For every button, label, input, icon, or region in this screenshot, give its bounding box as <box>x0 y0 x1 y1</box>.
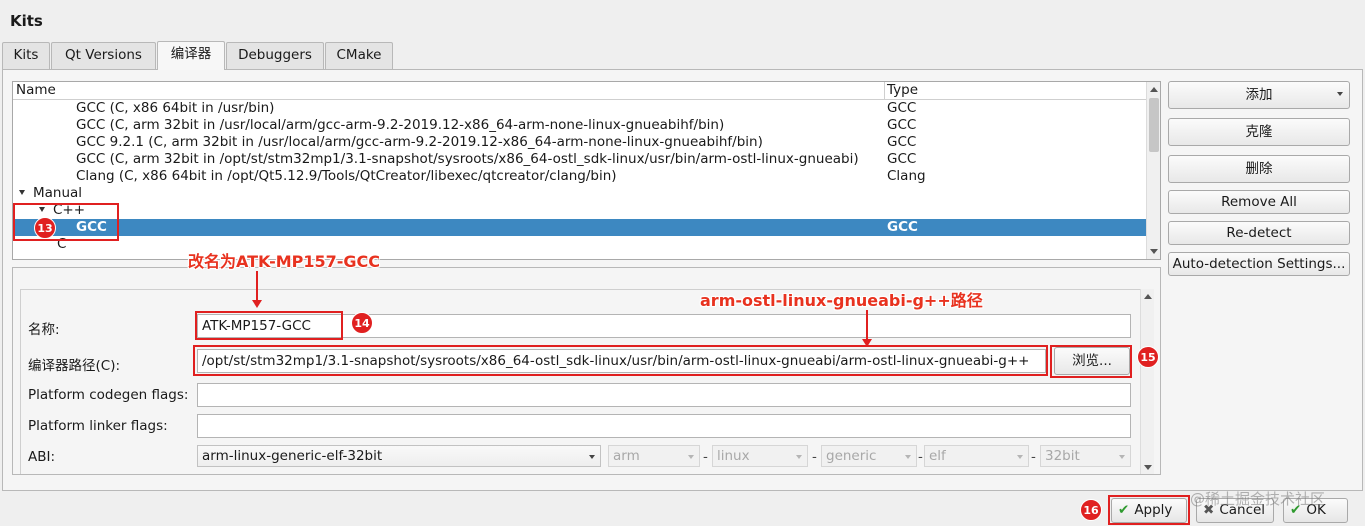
annotation-box <box>195 311 343 340</box>
chevron-down-icon <box>1017 455 1023 459</box>
scroll-down-arrow-icon[interactable] <box>1144 465 1152 470</box>
row-type: GCC <box>887 100 917 116</box>
tree-header: Name Type <box>13 82 1147 100</box>
scroll-thumb[interactable] <box>1149 98 1159 152</box>
tree-row-selected[interactable]: GCC GCC <box>13 219 1147 236</box>
name-label: 名称: <box>28 322 60 338</box>
abi-separator: - <box>1031 449 1036 465</box>
tree-row[interactable]: Clang (C, x86 64bit in /opt/Qt5.12.9/Too… <box>13 168 1147 185</box>
row-type: GCC <box>887 219 918 235</box>
annotation-arrow <box>252 271 262 308</box>
compiler-path-label: 编译器路径(C): <box>28 358 121 374</box>
codegen-flags-label: Platform codegen flags: <box>28 387 189 403</box>
tree-group-manual[interactable]: Manual <box>13 185 1147 202</box>
row-type: Clang <box>887 168 926 184</box>
tab-qt-versions[interactable]: Qt Versions <box>51 42 156 69</box>
abi-select-value: arm-linux-generic-elf-32bit <box>202 448 383 464</box>
autodetection-settings-button[interactable]: Auto-detection Settings... <box>1168 252 1350 276</box>
watermark: @稀土掘金技术社区 <box>1190 490 1326 508</box>
linker-flags-field[interactable] <box>197 414 1131 438</box>
tab-cmake[interactable]: CMake <box>325 42 393 69</box>
chevron-down-icon <box>796 455 802 459</box>
annotation-badge: 14 <box>351 312 373 334</box>
tree-row[interactable]: GCC (C, arm 32bit in /opt/st/stm32mp1/3.… <box>13 151 1147 168</box>
abi-width-value: 32bit <box>1045 448 1080 464</box>
scroll-down-arrow-icon[interactable] <box>1150 249 1158 254</box>
column-header-name[interactable]: Name <box>13 82 56 100</box>
expand-arrow-icon[interactable] <box>19 190 25 195</box>
abi-width-select[interactable]: 32bit <box>1040 445 1131 467</box>
tree-row[interactable]: GCC 9.2.1 (C, arm 32bit in /usr/local/ar… <box>13 134 1147 151</box>
remove-all-button[interactable]: Remove All <box>1168 190 1350 214</box>
remove-button[interactable]: 删除 <box>1168 155 1350 183</box>
abi-flavor-value: generic <box>826 448 877 464</box>
checkmark-icon: ✔ <box>1118 502 1130 518</box>
abi-os-value: linux <box>717 448 750 464</box>
abi-separator: - <box>812 449 817 465</box>
chevron-down-icon <box>589 455 595 459</box>
column-header-type[interactable]: Type <box>884 82 918 100</box>
annotation-box <box>193 345 1048 376</box>
tree-scrollbar[interactable] <box>1146 82 1160 259</box>
apply-button[interactable]: ✔ Apply <box>1111 498 1187 523</box>
row-name: GCC (C, arm 32bit in /opt/st/stm32mp1/3.… <box>76 151 859 167</box>
row-type: GCC <box>887 117 917 133</box>
window-title: Kits <box>10 12 43 30</box>
abi-arch-value: arm <box>613 448 640 464</box>
annotation-box <box>13 203 119 241</box>
scroll-up-arrow-icon[interactable] <box>1144 294 1152 299</box>
abi-format-select[interactable]: elf <box>924 445 1029 467</box>
annotation-box <box>1050 345 1132 378</box>
linker-flags-label: Platform linker flags: <box>28 418 168 434</box>
add-button[interactable]: 添加 <box>1168 81 1350 109</box>
annotation-path-note: arm-ostl-linux-gnueabi-g++路径 <box>700 291 983 310</box>
dropdown-caret-icon <box>1337 92 1343 96</box>
abi-arch-select[interactable]: arm <box>608 445 700 467</box>
chevron-down-icon <box>1119 455 1125 459</box>
tab-kits[interactable]: Kits <box>2 42 50 69</box>
abi-label: ABI: <box>28 449 56 465</box>
row-type: GCC <box>887 134 917 150</box>
annotation-arrow <box>862 310 872 347</box>
chevron-down-icon <box>905 455 911 459</box>
annotation-rename-note: 改名为ATK-MP157-GCC <box>188 252 381 271</box>
abi-select[interactable]: arm-linux-generic-elf-32bit <box>197 445 601 467</box>
abi-separator: - <box>703 449 708 465</box>
row-name: GCC (C, x86 64bit in /usr/bin) <box>76 100 275 116</box>
clone-button[interactable]: 克隆 <box>1168 118 1350 146</box>
group-label: Manual <box>33 185 83 201</box>
scroll-up-arrow-icon[interactable] <box>1150 87 1158 92</box>
tree-row[interactable]: GCC (C, x86 64bit in /usr/bin) GCC <box>13 100 1147 117</box>
tab-debuggers[interactable]: Debuggers <box>226 42 324 69</box>
row-name: GCC (C, arm 32bit in /usr/local/arm/gcc-… <box>76 117 725 133</box>
abi-os-select[interactable]: linux <box>712 445 808 467</box>
abi-flavor-select[interactable]: generic <box>821 445 917 467</box>
row-name: GCC 9.2.1 (C, arm 32bit in /usr/local/ar… <box>76 134 763 150</box>
add-button-label: 添加 <box>1245 87 1273 103</box>
tree-row[interactable]: GCC (C, arm 32bit in /usr/local/arm/gcc-… <box>13 117 1147 134</box>
tab-compilers[interactable]: 编译器 <box>157 41 225 70</box>
compiler-tree[interactable]: Name Type GCC (C, x86 64bit in /usr/bin)… <box>12 81 1161 260</box>
row-name: Clang (C, x86 64bit in /opt/Qt5.12.9/Too… <box>76 168 617 184</box>
annotation-badge: 15 <box>1137 346 1159 368</box>
tree-group-c[interactable]: C <box>13 236 1147 253</box>
chevron-down-icon <box>688 455 694 459</box>
codegen-flags-field[interactable] <box>197 383 1131 407</box>
annotation-badge: 16 <box>1080 499 1102 521</box>
abi-format-value: elf <box>929 448 946 464</box>
row-type: GCC <box>887 151 917 167</box>
details-scrollbar[interactable] <box>1140 289 1154 474</box>
annotation-badge: 13 <box>34 217 56 239</box>
apply-label: Apply <box>1134 502 1173 518</box>
abi-separator: - <box>918 449 923 465</box>
tree-group-cpp[interactable]: C++ <box>13 202 1147 219</box>
redetect-button[interactable]: Re-detect <box>1168 221 1350 245</box>
